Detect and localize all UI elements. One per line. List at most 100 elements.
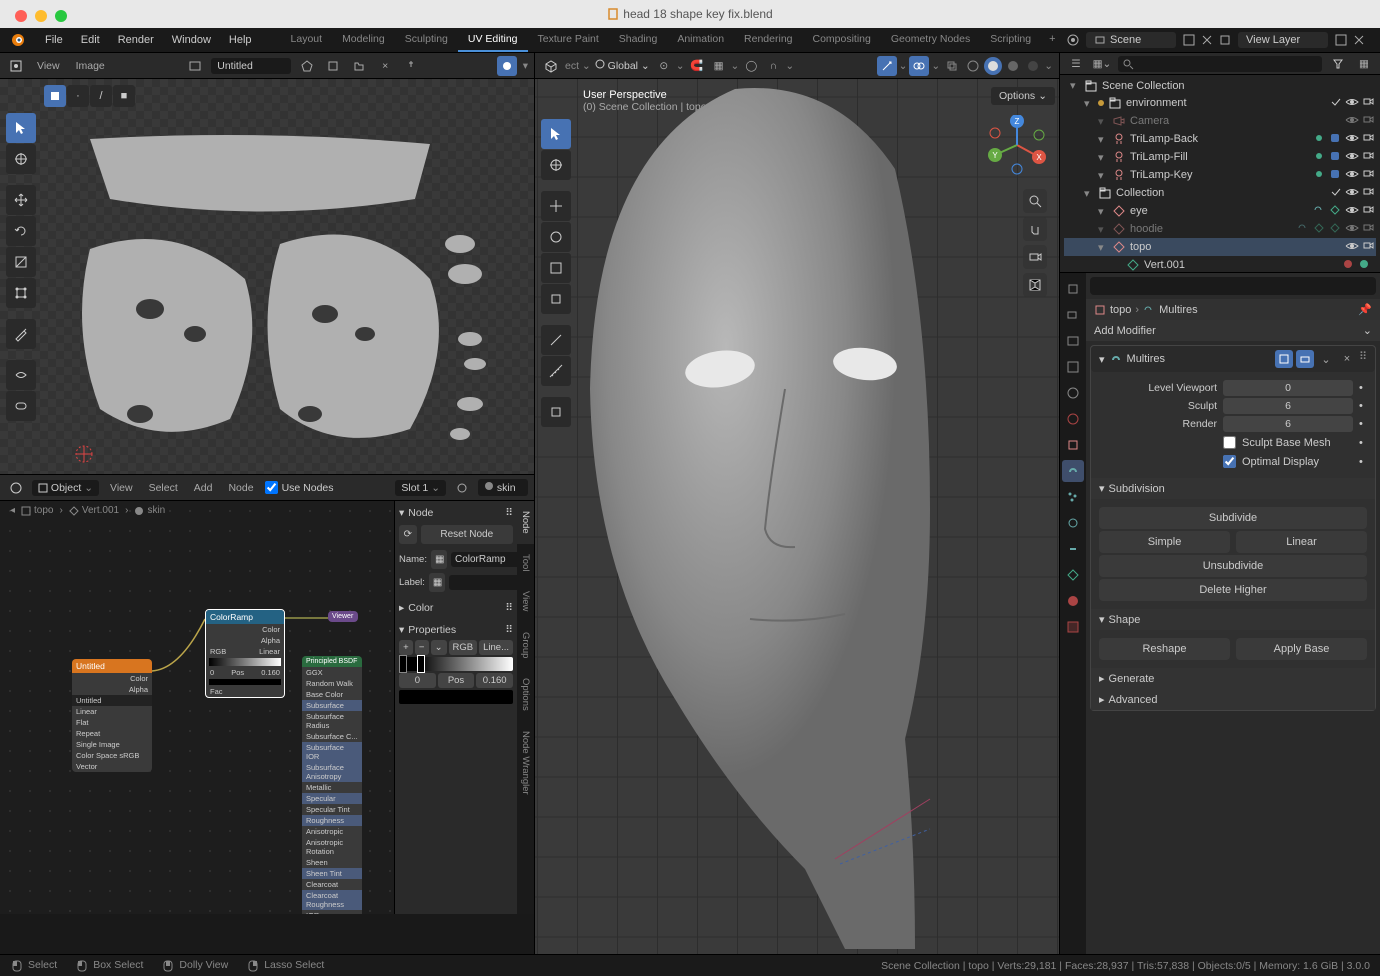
tree-row[interactable]: ▾ TriLamp-Key bbox=[1064, 166, 1376, 184]
nav-gizmo[interactable]: X Y Z bbox=[987, 115, 1047, 175]
uv-editor-viewport[interactable]: · / ■ bbox=[0, 79, 534, 474]
fake-user-icon[interactable] bbox=[297, 56, 317, 76]
subdivide-btn[interactable]: Subdivide bbox=[1099, 507, 1367, 529]
node-add-menu[interactable]: Add bbox=[189, 480, 218, 496]
outliner-display-mode[interactable]: ▦⌄ bbox=[1092, 54, 1112, 74]
node-color-section[interactable]: Color bbox=[408, 602, 433, 614]
tree-row[interactable]: ▾ Scene Collection bbox=[1064, 77, 1376, 94]
outliner-filter-icon[interactable] bbox=[1328, 54, 1348, 74]
outliner-search[interactable] bbox=[1118, 56, 1322, 72]
tree-row[interactable]: ▾ environment bbox=[1064, 94, 1376, 112]
colorramp-gradient[interactable] bbox=[399, 657, 513, 671]
tree-row[interactable]: ▾ TriLamp-Fill bbox=[1064, 148, 1376, 166]
exclude-toggle[interactable] bbox=[1330, 96, 1342, 111]
vp-tool-scale[interactable] bbox=[541, 253, 571, 283]
visibility-toggle[interactable] bbox=[1345, 150, 1359, 165]
tree-row[interactable]: ▾ Collection bbox=[1064, 184, 1376, 202]
props-tab-render[interactable] bbox=[1062, 304, 1084, 326]
level-viewport-input[interactable]: 0 bbox=[1223, 380, 1353, 396]
reset-icon[interactable]: ⟳ bbox=[399, 525, 417, 544]
level-sculpt-input[interactable]: 6 bbox=[1223, 398, 1353, 414]
props-pin-icon[interactable]: 📌 bbox=[1358, 303, 1372, 316]
uv-tool-rotate[interactable] bbox=[6, 216, 36, 246]
uv-tool-scale[interactable] bbox=[6, 247, 36, 277]
ramp-interp[interactable]: Line... bbox=[479, 640, 513, 655]
ramp-remove-stop[interactable]: − bbox=[415, 640, 429, 655]
show-gizmo[interactable] bbox=[877, 56, 897, 76]
props-tab-scene[interactable] bbox=[1062, 382, 1084, 404]
pivot-icon[interactable]: ⊙ bbox=[654, 56, 674, 76]
node-canvas[interactable]: ◂ topo › Vert.001 › skin Untitled Color … bbox=[0, 501, 534, 914]
material-browse[interactable] bbox=[452, 478, 472, 498]
props-tab-tool[interactable] bbox=[1062, 278, 1084, 300]
ws-geometry-nodes[interactable]: Geometry Nodes bbox=[881, 28, 980, 52]
scene-new-icon[interactable] bbox=[1182, 33, 1196, 47]
visibility-toggle[interactable] bbox=[1345, 240, 1359, 255]
proportional-falloff[interactable]: ∩ bbox=[763, 56, 783, 76]
material-selector[interactable]: skin bbox=[478, 479, 528, 496]
tree-row[interactable]: ▾ eye bbox=[1064, 202, 1376, 220]
browse-scene-icon[interactable] bbox=[1066, 33, 1080, 47]
simple-btn[interactable]: Simple bbox=[1099, 531, 1230, 553]
outliner-new-collection[interactable]: ▦ bbox=[1354, 54, 1374, 74]
crumb-mat[interactable]: skin bbox=[134, 505, 165, 516]
colorramp-color[interactable] bbox=[399, 690, 513, 704]
generate-section[interactable]: ▸ Generate bbox=[1091, 668, 1375, 689]
node-view-menu[interactable]: View bbox=[105, 480, 138, 496]
minimize-window[interactable] bbox=[35, 10, 47, 22]
ws-compositing[interactable]: Compositing bbox=[803, 28, 881, 52]
side-tab-view[interactable]: View bbox=[517, 581, 534, 621]
node-label-input[interactable] bbox=[449, 575, 517, 590]
perspective-toggle-icon[interactable] bbox=[1023, 273, 1047, 297]
shade-rendered[interactable] bbox=[1024, 57, 1042, 75]
props-tab-world[interactable] bbox=[1062, 408, 1084, 430]
ws-shading[interactable]: Shading bbox=[609, 28, 668, 52]
use-nodes-toggle[interactable]: Use Nodes bbox=[265, 481, 334, 494]
render-toggle[interactable] bbox=[1362, 114, 1374, 129]
scene-selector[interactable]: Scene bbox=[1086, 32, 1176, 48]
ramp-add-stop[interactable]: + bbox=[399, 640, 413, 655]
zoom-icon[interactable] bbox=[1023, 189, 1047, 213]
camera-view-icon[interactable] bbox=[1023, 245, 1047, 269]
ws-texture-paint[interactable]: Texture Paint bbox=[528, 28, 609, 52]
mod-display-viewport[interactable] bbox=[1296, 350, 1314, 368]
zoom-window[interactable] bbox=[55, 10, 67, 22]
show-channels[interactable] bbox=[497, 56, 517, 76]
node-image-texture[interactable]: Untitled Color Alpha Untitled Linear Fla… bbox=[72, 659, 152, 772]
props-tab-physics[interactable] bbox=[1062, 512, 1084, 534]
menu-file[interactable]: File bbox=[36, 30, 72, 50]
render-toggle[interactable] bbox=[1362, 168, 1374, 183]
visibility-toggle[interactable] bbox=[1345, 96, 1359, 111]
editor-type-outliner[interactable]: ☰ bbox=[1066, 54, 1086, 74]
pan-icon[interactable] bbox=[1023, 217, 1047, 241]
ws-rendering[interactable]: Rendering bbox=[734, 28, 802, 52]
uv-tool-move[interactable] bbox=[6, 185, 36, 215]
disclosure-icon[interactable]: ▾ bbox=[1098, 115, 1108, 128]
side-tab-node-wrangler[interactable]: Node Wrangler bbox=[517, 721, 534, 805]
tree-row[interactable]: Vert.001 bbox=[1064, 256, 1376, 272]
props-tab-mesh[interactable] bbox=[1062, 564, 1084, 586]
uv-tool-cursor[interactable] bbox=[6, 144, 36, 174]
node-principled-bsdf[interactable]: Principled BSDF GGX Random Walk Base Col… bbox=[302, 656, 362, 914]
uv-tool-grab[interactable] bbox=[6, 391, 36, 421]
visibility-toggle[interactable] bbox=[1345, 132, 1359, 147]
level-render-input[interactable]: 6 bbox=[1223, 416, 1353, 432]
mod-display-edit[interactable] bbox=[1275, 350, 1293, 368]
side-tab-options[interactable]: Options bbox=[517, 668, 534, 721]
unlink-image-icon[interactable]: × bbox=[375, 56, 395, 76]
uv-tool-select[interactable] bbox=[6, 113, 36, 143]
shade-wireframe[interactable] bbox=[964, 57, 982, 75]
vp-tool-annotate[interactable] bbox=[541, 325, 571, 355]
open-image-icon[interactable] bbox=[349, 56, 369, 76]
vp-tool-rotate[interactable] bbox=[541, 222, 571, 252]
tree-row[interactable]: ▾ TriLamp-Back bbox=[1064, 130, 1376, 148]
visibility-toggle[interactable] bbox=[1345, 168, 1359, 183]
sculpt-base-mesh-check[interactable]: Sculpt Base Mesh bbox=[1223, 434, 1353, 451]
ws-scripting[interactable]: Scripting bbox=[980, 28, 1041, 52]
snap-mode[interactable]: ▦ bbox=[709, 56, 729, 76]
render-toggle[interactable] bbox=[1362, 150, 1374, 165]
menu-render[interactable]: Render bbox=[109, 30, 163, 50]
viewport-3d[interactable]: Options ⌄ User Perspective (0) Scene Col… bbox=[535, 79, 1059, 954]
ws-sculpting[interactable]: Sculpting bbox=[395, 28, 458, 52]
render-toggle[interactable] bbox=[1362, 186, 1374, 201]
